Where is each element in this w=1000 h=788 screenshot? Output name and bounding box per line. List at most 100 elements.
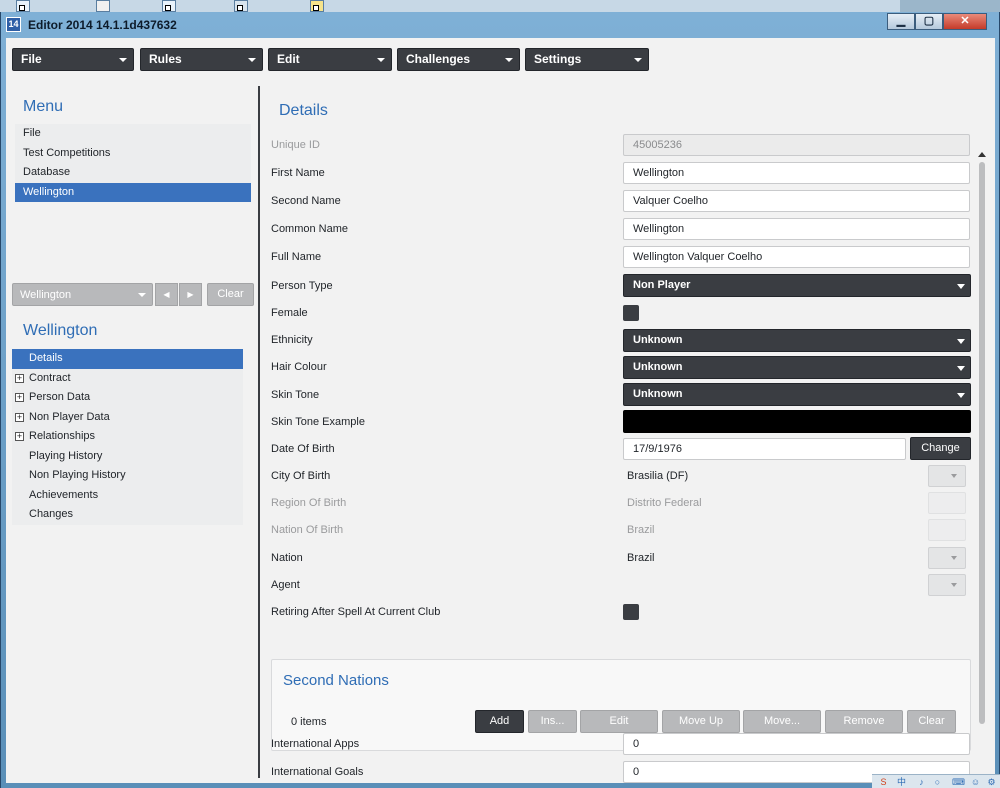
international-goals-label: International Goals — [271, 766, 364, 778]
date-of-birth-field[interactable]: 17/9/1976 — [623, 438, 906, 460]
chevron-down-icon — [957, 393, 965, 398]
tree-item-relationships[interactable]: + Relationships — [12, 427, 243, 447]
ethnicity-value: Unknown — [633, 334, 683, 346]
menu-item-database[interactable]: Database — [15, 163, 251, 183]
tree-item-non-playing-history[interactable]: Non Playing History — [12, 466, 243, 486]
details-title: Details — [279, 102, 328, 119]
skin-tone-value: Unknown — [633, 388, 683, 400]
second-nations-title: Second Nations — [283, 672, 389, 689]
menu-edit[interactable]: Edit — [268, 48, 392, 71]
menu-settings[interactable]: Settings — [525, 48, 649, 71]
city-of-birth-select[interactable] — [928, 465, 966, 487]
tree-item-playing-history[interactable]: Playing History — [12, 446, 243, 466]
international-apps-field[interactable]: 0 — [623, 733, 970, 755]
expand-icon[interactable]: + — [15, 412, 24, 422]
person-type-value: Non Player — [633, 279, 691, 291]
scroll-up-arrow-icon[interactable] — [978, 152, 986, 157]
chevron-down-icon — [248, 58, 256, 62]
history-combo-value: Wellington — [20, 289, 72, 301]
settings-icon[interactable]: ⚙ — [986, 777, 997, 787]
menu-item-file[interactable]: File — [15, 124, 251, 144]
menu-item-wellington[interactable]: Wellington — [15, 182, 251, 202]
hair-colour-value: Unknown — [633, 361, 683, 373]
nation-value: Brazil — [627, 552, 655, 564]
shortcut-arrow-icon — [19, 5, 25, 11]
person-type-label: Person Type — [271, 280, 333, 292]
details-panel: Details Unique ID 45005236 First Name We… — [262, 86, 986, 783]
agent-select[interactable] — [928, 574, 966, 596]
female-checkbox[interactable] — [623, 305, 639, 321]
menu-challenges[interactable]: Challenges — [397, 48, 520, 71]
input-method-icon[interactable]: S — [878, 777, 889, 787]
maximize-button[interactable]: ▢ — [915, 13, 943, 30]
insert-button[interactable]: Ins... — [528, 710, 577, 733]
sound-icon[interactable]: ♪ — [916, 777, 927, 787]
ethnicity-select[interactable]: Unknown — [623, 329, 971, 352]
scroll-thumb[interactable] — [979, 162, 985, 724]
agent-label: Agent — [271, 579, 300, 591]
retiring-checkbox[interactable] — [623, 604, 639, 620]
remove-button[interactable]: Remove — [825, 710, 903, 733]
person-type-select[interactable]: Non Player — [623, 274, 971, 297]
desktop-shortcut-icon[interactable] — [234, 0, 248, 12]
tree-item-contract[interactable]: + Contract — [12, 368, 243, 388]
panel-divider[interactable] — [258, 86, 260, 778]
expand-icon[interactable]: + — [15, 432, 24, 441]
shortcut-arrow-icon — [237, 5, 243, 11]
clear-button[interactable]: Clear — [907, 710, 956, 733]
second-name-field[interactable]: Valquer Coelho — [623, 190, 970, 212]
expand-icon[interactable]: + — [15, 373, 24, 383]
first-name-label: First Name — [271, 167, 325, 179]
tree-item-label: Person Data — [29, 391, 91, 403]
title-bar[interactable]: 14 Editor 2014 14.1.1d437632 ▁ ▢ ✕ — [1, 12, 999, 38]
move-up-button[interactable]: Move Up — [662, 710, 740, 733]
edit-button[interactable]: Edit — [580, 710, 658, 733]
menu-rules[interactable]: Rules — [140, 48, 263, 71]
shortcut-arrow-icon — [313, 5, 319, 11]
desktop-shortcut-icon[interactable] — [16, 0, 30, 12]
client-area: File Rules Edit Challenges Settings Menu… — [6, 38, 995, 783]
app-logo-icon: 14 — [6, 17, 21, 32]
menu-settings-label: Settings — [534, 52, 582, 66]
tree-item-changes[interactable]: Changes — [12, 505, 243, 525]
history-combo[interactable]: Wellington — [12, 283, 153, 306]
details-scrollbar[interactable] — [977, 152, 986, 783]
menu-edit-label: Edit — [277, 52, 300, 66]
history-clear-button[interactable]: Clear — [207, 283, 254, 306]
move-button[interactable]: Move... — [743, 710, 821, 733]
user-icon[interactable]: ☺ — [970, 777, 981, 787]
hair-colour-select[interactable]: Unknown — [623, 356, 971, 379]
skin-tone-select[interactable]: Unknown — [623, 383, 971, 406]
menu-bar: File Rules Edit Challenges Settings — [6, 38, 995, 86]
nation-select[interactable] — [928, 547, 966, 569]
expand-icon[interactable]: + — [15, 393, 24, 402]
keyboard-icon[interactable]: ⌨ — [952, 777, 965, 787]
menu-file-label: File — [21, 52, 42, 66]
first-name-field[interactable]: Wellington — [623, 162, 970, 184]
tree-item-non-player-data[interactable]: + Non Player Data — [12, 407, 243, 427]
second-nations-count: 0 items — [291, 716, 327, 728]
change-date-button[interactable]: Change — [910, 437, 971, 460]
chinese-input-icon[interactable]: 中 — [896, 777, 907, 787]
tree-item-achievements[interactable]: Achievements — [12, 485, 243, 505]
full-name-field[interactable]: Wellington Valquer Coelho — [623, 246, 970, 268]
desktop-shortcut-icon[interactable] — [162, 0, 176, 12]
close-button[interactable]: ✕ — [943, 13, 987, 30]
minimize-button[interactable]: ▁ — [887, 13, 915, 30]
punctuation-icon[interactable]: ○ — [932, 777, 943, 787]
tree-item-details[interactable]: Details — [12, 349, 243, 369]
desktop-document-icon[interactable] — [96, 0, 110, 12]
add-button[interactable]: Add — [475, 710, 524, 733]
chevron-down-icon — [119, 58, 127, 62]
history-forward-button[interactable]: ▶ — [179, 283, 202, 306]
menu-item-test-competitions[interactable]: Test Competitions — [15, 143, 251, 163]
menu-file[interactable]: File — [12, 48, 134, 71]
desktop-shortcut-icon[interactable] — [310, 0, 324, 12]
region-of-birth-select — [928, 492, 966, 514]
history-back-button[interactable]: ◀ — [155, 283, 178, 306]
tree-item-person-data[interactable]: + Person Data — [12, 388, 243, 408]
city-of-birth-value: Brasilia (DF) — [627, 470, 689, 482]
region-of-birth-label: Region Of Birth — [271, 497, 347, 509]
common-name-field[interactable]: Wellington — [623, 218, 970, 240]
person-tree: Details + Contract + Person Data + Non Play… — [12, 349, 243, 525]
